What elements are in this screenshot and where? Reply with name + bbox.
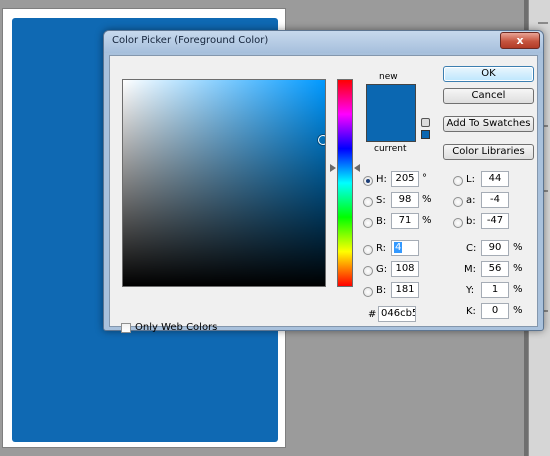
current-color-label: current	[374, 144, 407, 154]
green-radio[interactable]	[363, 266, 373, 276]
add-to-swatches-button[interactable]: Add To Swatches	[443, 116, 534, 132]
hue-slider[interactable]	[337, 79, 353, 287]
color-swatch-preview	[366, 84, 416, 142]
green-input[interactable]: 108	[391, 261, 419, 277]
cyan-input[interactable]: 90	[481, 240, 509, 256]
new-color-label: new	[379, 72, 398, 82]
hue-unit: °	[422, 173, 427, 184]
yellow-label: Y:	[466, 285, 475, 296]
brightness-radio[interactable]	[363, 218, 373, 228]
cancel-button[interactable]: Cancel	[443, 88, 534, 104]
color-field-marker-icon[interactable]	[318, 135, 325, 145]
saturation-input[interactable]: 98	[391, 192, 419, 208]
hue-slider-arrow-left-icon[interactable]	[330, 164, 336, 172]
color-field-brightness	[123, 80, 325, 286]
green-label: G:	[376, 264, 388, 275]
hue-radio[interactable]	[363, 176, 373, 186]
magenta-input[interactable]: 56	[481, 261, 509, 277]
dialog-titlebar[interactable]: Color Picker (Foreground Color) x	[104, 31, 543, 53]
close-button[interactable]: x	[500, 32, 540, 49]
brightness-input[interactable]: 71	[391, 213, 419, 229]
lab-a-radio[interactable]	[453, 197, 463, 207]
lab-l-label: L:	[466, 174, 475, 185]
yellow-input[interactable]: 1	[481, 282, 509, 298]
new-color-swatch	[367, 85, 415, 113]
lab-a-input[interactable]: -4	[481, 192, 509, 208]
hue-label: H:	[376, 174, 387, 185]
black-input[interactable]: 0	[481, 303, 509, 319]
lab-l-radio[interactable]	[453, 176, 463, 186]
magenta-label: M:	[464, 264, 476, 275]
hue-slider-arrow-right-icon[interactable]	[354, 164, 360, 172]
brightness-label: B:	[376, 216, 387, 227]
dialog-body: new current OK Cancel Add To Swatches Co…	[109, 55, 538, 333]
cyan-label: C:	[466, 243, 477, 254]
gamut-warning-icon[interactable]	[421, 118, 430, 127]
dialog-title: Color Picker (Foreground Color)	[112, 35, 269, 46]
ok-button[interactable]: OK	[443, 66, 534, 82]
gamut-color-swatch[interactable]	[421, 130, 430, 139]
panel-tick	[538, 22, 548, 24]
close-icon: x	[516, 34, 524, 47]
hex-input[interactable]: 046cb5	[378, 306, 416, 322]
only-web-colors-checkbox[interactable]	[121, 323, 131, 333]
current-color-swatch[interactable]	[367, 113, 415, 141]
lab-b-radio[interactable]	[453, 218, 463, 228]
color-picker-dialog: Color Picker (Foreground Color) x new cu…	[103, 30, 544, 333]
saturation-radio[interactable]	[363, 197, 373, 207]
black-unit: %	[513, 305, 523, 316]
cyan-unit: %	[513, 242, 523, 253]
blue-label: B:	[376, 285, 387, 296]
red-label: R:	[376, 243, 387, 254]
lab-b-label: b:	[466, 216, 476, 227]
saturation-unit: %	[422, 194, 432, 205]
yellow-unit: %	[513, 284, 523, 295]
hue-input[interactable]: 205	[391, 171, 419, 187]
hex-label: #	[368, 309, 377, 320]
color-field[interactable]	[122, 79, 326, 287]
red-radio[interactable]	[363, 245, 373, 255]
blue-input[interactable]: 181	[391, 282, 419, 298]
magenta-unit: %	[513, 263, 523, 274]
black-label: K:	[466, 306, 476, 317]
blue-radio[interactable]	[363, 287, 373, 297]
brightness-unit: %	[422, 215, 432, 226]
color-libraries-button[interactable]: Color Libraries	[443, 144, 534, 160]
lab-a-label: a:	[466, 195, 476, 206]
lab-l-input[interactable]: 44	[481, 171, 509, 187]
saturation-label: S:	[376, 195, 386, 206]
lab-b-input[interactable]: -47	[481, 213, 509, 229]
red-input[interactable]: 4	[391, 240, 419, 256]
only-web-colors-label: Only Web Colors	[135, 322, 218, 333]
